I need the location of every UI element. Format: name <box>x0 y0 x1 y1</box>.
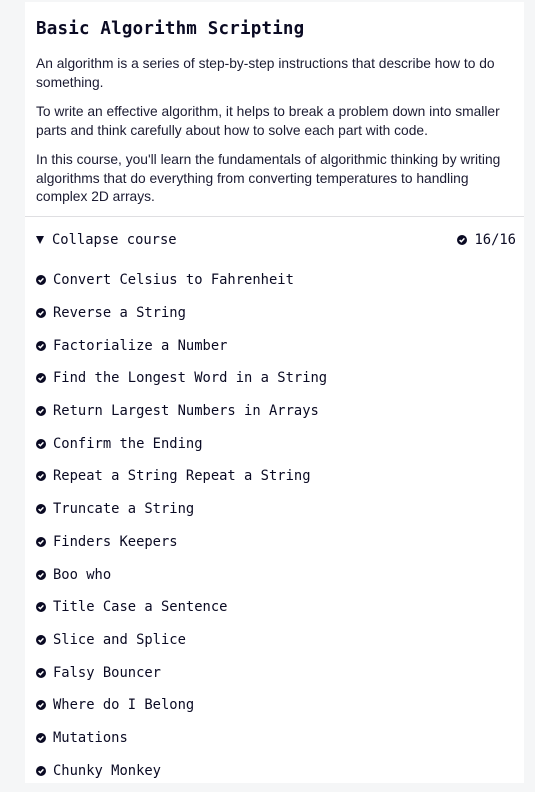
block-intro: An algorithm is a series of step-by-step… <box>36 55 513 207</box>
collapse-course-button[interactable]: Collapse course 16/16 <box>25 228 524 252</box>
lesson-title[interactable]: Return Largest Numbers in Arrays <box>53 403 319 419</box>
lesson-item[interactable]: Mutations <box>25 722 524 755</box>
lesson-item[interactable]: Factorialize a Number <box>25 329 524 362</box>
lesson-title[interactable]: Mutations <box>53 730 128 746</box>
check-circle-icon <box>36 308 46 319</box>
lesson-title[interactable]: Repeat a String Repeat a String <box>53 468 311 484</box>
lesson-title[interactable]: Factorialize a Number <box>53 338 227 354</box>
divider <box>25 216 524 217</box>
lesson-title[interactable]: Title Case a Sentence <box>53 599 227 615</box>
lesson-item[interactable]: Title Case a Sentence <box>25 591 524 624</box>
check-circle-icon <box>36 536 46 547</box>
lesson-item[interactable]: Confirm the Ending <box>25 427 524 460</box>
completion-count: 16/16 <box>457 232 516 248</box>
lesson-item[interactable]: Convert Celsius to Fahrenheit <box>25 264 524 297</box>
check-circle-icon <box>36 504 46 515</box>
lesson-item[interactable]: Boo who <box>25 558 524 591</box>
lesson-item[interactable]: Slice and Splice <box>25 624 524 657</box>
check-circle-icon <box>36 765 46 776</box>
check-circle-icon <box>36 569 46 580</box>
block-header: Basic Algorithm Scripting An algorithm i… <box>25 2 524 207</box>
intro-paragraph: An algorithm is a series of step-by-step… <box>36 56 495 90</box>
lesson-item[interactable]: Find the Longest Word in a String <box>25 362 524 395</box>
lesson-item[interactable]: Reverse a String <box>25 297 524 330</box>
check-circle-icon <box>36 340 46 351</box>
lesson-title[interactable]: Boo who <box>53 567 111 583</box>
lesson-item[interactable]: Chunky Monkey <box>25 754 524 787</box>
lesson-item[interactable]: Finders Keepers <box>25 526 524 559</box>
check-circle-icon <box>36 373 46 384</box>
check-circle-icon <box>36 667 46 678</box>
block-title: Basic Algorithm Scripting <box>36 19 305 39</box>
lesson-item[interactable]: Falsy Bouncer <box>25 656 524 689</box>
check-circle-icon <box>36 700 46 711</box>
lesson-title[interactable]: Convert Celsius to Fahrenheit <box>53 272 294 288</box>
collapse-toggle[interactable]: Collapse course <box>36 232 177 248</box>
check-circle-icon <box>36 438 46 449</box>
lesson-title[interactable]: Find the Longest Word in a String <box>53 370 327 386</box>
lesson-item[interactable]: Repeat a String Repeat a String <box>25 460 524 493</box>
check-circle-icon <box>457 235 468 245</box>
lesson-title[interactable]: Slice and Splice <box>53 632 186 648</box>
check-circle-icon <box>36 406 46 417</box>
intro-paragraph: To write an effective algorithm, it help… <box>36 104 500 138</box>
lesson-title[interactable]: Finders Keepers <box>53 534 178 550</box>
check-circle-icon <box>36 732 46 743</box>
intro-paragraph: In this course, you'll learn the fundame… <box>36 152 501 204</box>
lesson-item[interactable]: Truncate a String <box>25 493 524 526</box>
completion-text: 16/16 <box>474 232 516 248</box>
check-circle-icon <box>36 634 46 645</box>
lesson-item[interactable]: Where do I Belong <box>25 689 524 722</box>
lesson-title[interactable]: Falsy Bouncer <box>53 665 161 681</box>
caret-down-icon <box>36 236 44 244</box>
lesson-list: Convert Celsius to Fahrenheit Reverse a S… <box>25 264 524 787</box>
course-block-card: Basic Algorithm Scripting An algorithm i… <box>25 2 524 783</box>
lesson-title[interactable]: Truncate a String <box>53 501 194 517</box>
lesson-title[interactable]: Chunky Monkey <box>53 763 161 779</box>
collapse-label: Collapse course <box>52 232 177 248</box>
check-circle-icon <box>36 602 46 613</box>
check-circle-icon <box>36 471 46 482</box>
check-circle-icon <box>36 275 46 286</box>
lesson-title[interactable]: Confirm the Ending <box>53 436 203 452</box>
lesson-title[interactable]: Where do I Belong <box>53 697 194 713</box>
lesson-item[interactable]: Return Largest Numbers in Arrays <box>25 395 524 428</box>
lesson-title[interactable]: Reverse a String <box>53 305 186 321</box>
